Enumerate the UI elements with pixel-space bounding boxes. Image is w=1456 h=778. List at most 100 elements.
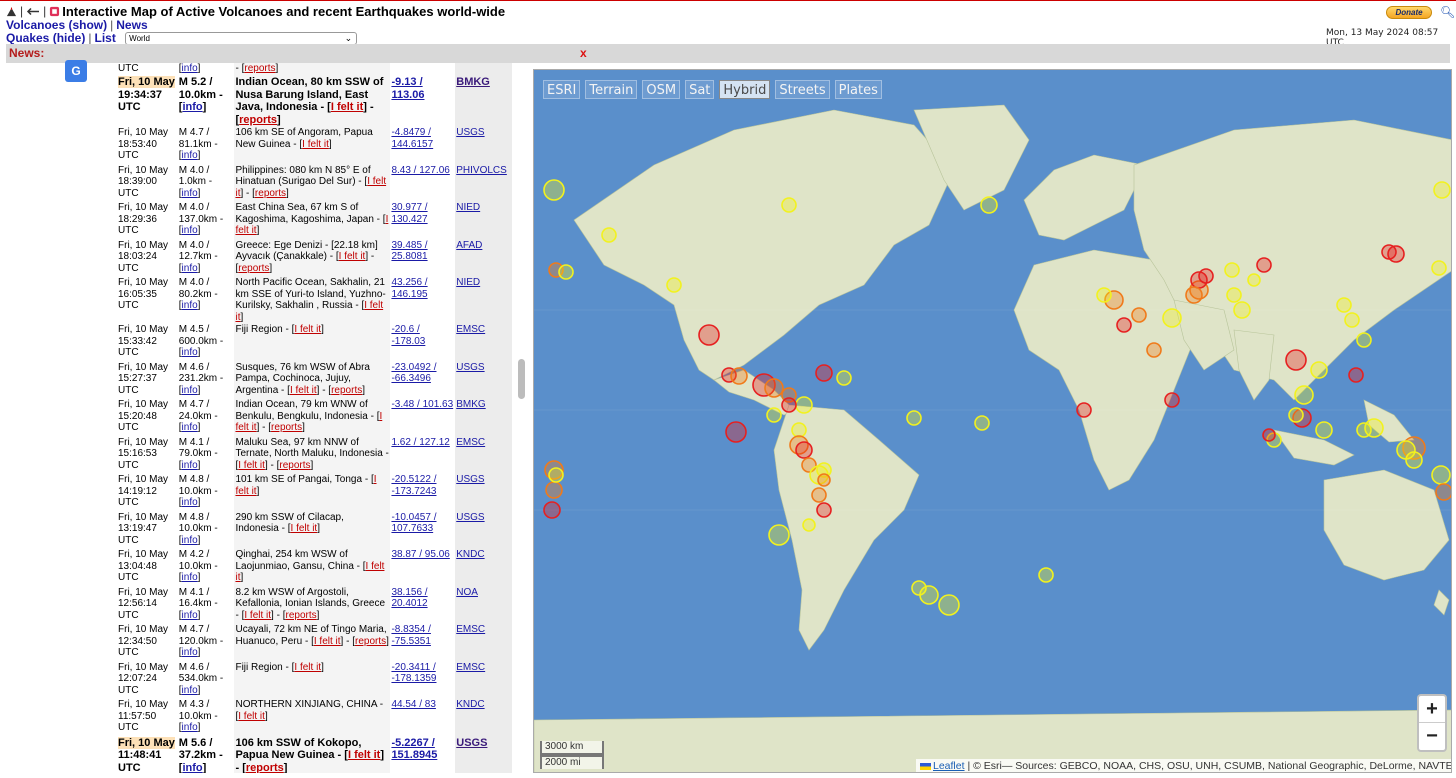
quake-marker[interactable] <box>1405 451 1423 469</box>
source-link[interactable]: USGS <box>456 362 484 373</box>
quake-marker[interactable] <box>781 397 797 413</box>
info-link[interactable]: info <box>182 263 198 274</box>
layer-button-sat[interactable]: Sat <box>685 80 715 99</box>
volcano-icon[interactable] <box>6 6 17 17</box>
quake-marker[interactable] <box>666 277 682 293</box>
zoom-out-button[interactable]: − <box>1419 723 1445 750</box>
source-link[interactable]: EMSC <box>456 662 485 673</box>
reports-link[interactable]: reports <box>279 460 310 471</box>
source-link[interactable]: EMSC <box>456 437 485 448</box>
info-link[interactable]: info <box>182 63 198 74</box>
quake-marker[interactable] <box>802 518 816 532</box>
quake-marker[interactable] <box>1344 312 1360 328</box>
info-link[interactable]: info <box>182 422 198 433</box>
coords-link[interactable]: -9.13 / 113.06 <box>391 76 424 101</box>
quake-marker[interactable] <box>1315 421 1333 439</box>
layer-button-plates[interactable]: Plates <box>834 80 882 99</box>
felt-it-link[interactable]: I felt it <box>339 251 366 262</box>
quake-marker[interactable] <box>1185 286 1203 304</box>
felt-it-link[interactable]: I felt it <box>294 662 321 673</box>
quake-marker[interactable] <box>764 378 784 398</box>
scrollbar-thumb[interactable] <box>518 359 525 399</box>
quake-marker[interactable] <box>1247 273 1261 287</box>
info-link[interactable]: info <box>182 647 198 658</box>
quake-marker[interactable] <box>1233 301 1251 319</box>
reports-link[interactable]: reports <box>355 636 386 647</box>
layer-button-esri[interactable]: ESRI <box>543 80 581 99</box>
quake-marker[interactable] <box>1294 385 1314 405</box>
source-link[interactable]: NIED <box>456 202 480 213</box>
quake-marker[interactable] <box>766 407 782 423</box>
quake-marker[interactable] <box>938 594 960 616</box>
felt-it-link[interactable]: I felt it <box>302 139 329 150</box>
map-view[interactable]: ESRI Terrain OSM Sat Hybrid Streets Plates + −… <box>533 69 1452 773</box>
quake-marker[interactable] <box>836 370 852 386</box>
quake-marker[interactable] <box>1038 567 1054 583</box>
quake-marker[interactable] <box>1131 307 1147 323</box>
quake-marker[interactable] <box>1435 483 1452 501</box>
quake-marker[interactable] <box>768 524 790 546</box>
source-link[interactable]: USGS <box>456 474 484 485</box>
quake-marker[interactable] <box>601 227 617 243</box>
felt-it-link[interactable]: I felt it <box>348 749 380 761</box>
info-link[interactable]: info <box>182 610 198 621</box>
felt-it-link[interactable]: I felt it <box>314 636 341 647</box>
coords-link[interactable]: -20.6 / -178.03 <box>391 324 425 347</box>
reports-link[interactable]: reports <box>238 263 269 274</box>
quake-marker[interactable] <box>730 367 748 385</box>
quake-marker[interactable] <box>1262 428 1276 442</box>
coords-link[interactable]: 1.62 / 127.12 <box>391 437 449 448</box>
quake-marker[interactable] <box>1433 181 1451 199</box>
quake-marker[interactable] <box>795 441 813 459</box>
source-link[interactable]: USGS <box>456 127 484 138</box>
info-link[interactable]: info <box>182 101 202 113</box>
coords-link[interactable]: -8.8354 / -75.5351 <box>391 624 430 647</box>
reports-link[interactable]: reports <box>271 422 302 433</box>
quake-marker[interactable] <box>548 467 564 483</box>
quake-marker[interactable] <box>543 179 565 201</box>
news-link[interactable]: News <box>116 18 147 32</box>
source-link[interactable]: BMKG <box>456 76 490 88</box>
info-link[interactable]: info <box>182 150 198 161</box>
layer-button-streets[interactable]: Streets <box>775 80 830 99</box>
quake-marker[interactable] <box>558 264 574 280</box>
quake-marker[interactable] <box>791 422 807 438</box>
quake-marker[interactable] <box>816 502 832 518</box>
source-link[interactable]: EMSC <box>456 324 485 335</box>
quake-marker[interactable] <box>817 473 831 487</box>
quake-marker[interactable] <box>1224 262 1240 278</box>
quake-marker[interactable] <box>1076 402 1092 418</box>
info-link[interactable]: info <box>182 188 198 199</box>
source-link[interactable]: KNDC <box>456 549 484 560</box>
quake-marker[interactable] <box>906 410 922 426</box>
felt-it-link[interactable]: I felt it <box>244 610 271 621</box>
felt-it-link[interactable]: I felt it <box>238 460 265 471</box>
felt-it-link[interactable]: I felt it <box>291 523 318 534</box>
news-close-button[interactable]: x <box>580 44 587 63</box>
coords-link[interactable]: 38.156 / 20.4012 <box>391 587 427 610</box>
info-link[interactable]: info <box>182 225 198 236</box>
donate-button[interactable]: Donate <box>1386 6 1432 19</box>
coords-link[interactable]: 44.54 / 83 <box>391 699 435 710</box>
quake-marker[interactable] <box>1288 407 1304 423</box>
zoom-in-button[interactable]: + <box>1419 696 1445 723</box>
felt-it-link[interactable]: I felt it <box>294 324 321 335</box>
coords-link[interactable]: -23.0492 / -66.3496 <box>391 362 436 385</box>
coords-link[interactable]: 39.485 / 25.8081 <box>391 240 427 263</box>
coords-link[interactable]: -3.48 / 101.63 <box>391 399 453 410</box>
reports-link[interactable]: reports <box>244 63 275 74</box>
translate-icon[interactable]: G <box>65 60 87 82</box>
list-link[interactable]: List <box>94 31 115 45</box>
source-link[interactable]: USGS <box>456 512 484 523</box>
quake-marker[interactable] <box>1116 317 1132 333</box>
source-link[interactable]: BMKG <box>456 399 485 410</box>
quake-marker[interactable] <box>1198 268 1214 284</box>
coords-link[interactable]: 30.977 / 130.427 <box>391 202 427 225</box>
coords-link[interactable]: 8.43 / 127.06 <box>391 165 449 176</box>
info-link[interactable]: info <box>182 535 198 546</box>
felt-it-link[interactable]: I felt it <box>331 101 363 113</box>
quakes-toggle-link[interactable]: Quakes (hide) <box>6 31 85 45</box>
quake-marker[interactable] <box>795 396 813 414</box>
quake-marker[interactable] <box>1431 465 1451 485</box>
felt-it-link[interactable]: I felt it <box>238 711 265 722</box>
